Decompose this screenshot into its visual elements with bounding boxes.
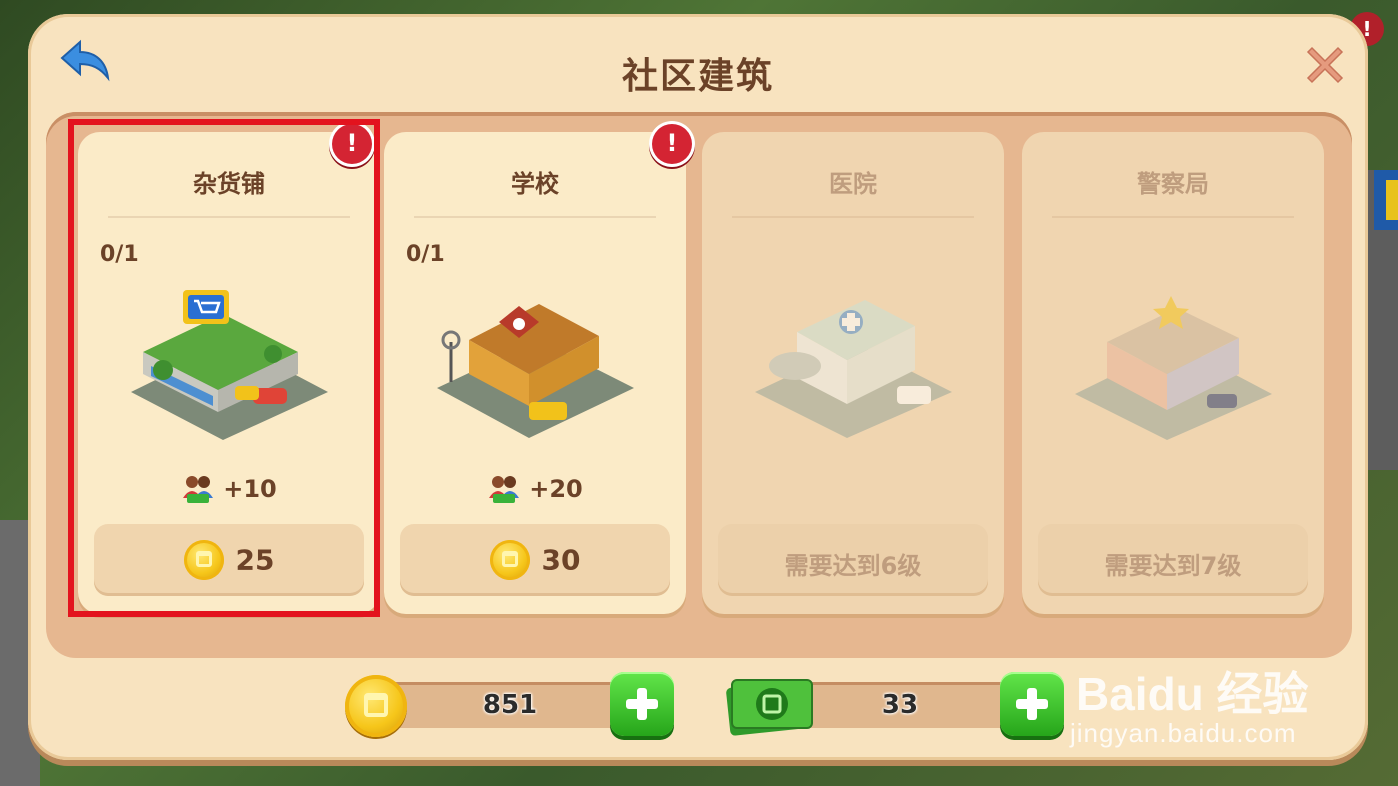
population-value: +10 (223, 475, 277, 503)
coin-balance: 851 (482, 690, 538, 720)
add-cash-button[interactable] (1000, 672, 1064, 736)
card-title: 杂货铺 (193, 170, 265, 198)
building-card-school[interactable]: 学校 0/1 +20 30 ! (384, 124, 692, 614)
population-value: +20 (529, 475, 583, 503)
coin-icon (183, 540, 224, 580)
divider (732, 216, 974, 218)
card-title: 医院 (829, 170, 877, 198)
price-value: 30 (541, 543, 581, 577)
watermark-url: jingyan.baidu.com (1070, 718, 1297, 748)
cash-icon (726, 679, 813, 736)
cash-balance: 33 (881, 690, 919, 720)
hospital-building-icon (755, 300, 952, 438)
school-building-icon (437, 304, 634, 438)
add-coins-button[interactable] (610, 672, 674, 736)
divider (1052, 216, 1294, 218)
card-title: 学校 (511, 170, 559, 198)
dialog-title: 社区建筑 (621, 56, 774, 97)
buy-button[interactable]: 30 (400, 524, 670, 596)
buy-button[interactable]: 25 (94, 524, 364, 596)
locked-requirement: 需要达到7级 (1038, 524, 1308, 596)
price-value: 25 (235, 543, 275, 577)
building-card-grocery[interactable]: 杂货铺 0/1 +10 25 ! (78, 124, 380, 614)
build-count: 0/1 (406, 242, 445, 267)
alert-badge: ! (652, 124, 692, 164)
divider (414, 216, 656, 218)
coin-icon (489, 540, 530, 580)
building-card-hospital[interactable]: 医院 需要达到6级 (702, 132, 1004, 614)
background-sign (1386, 180, 1398, 220)
close-icon[interactable] (1306, 46, 1344, 84)
card-title: 警察局 (1137, 170, 1209, 198)
police-station-building-icon (1075, 296, 1272, 440)
back-arrow-icon[interactable] (60, 38, 112, 82)
population-bonus: +20 (384, 474, 686, 504)
build-count: 0/1 (100, 242, 139, 267)
requirement-text: 需要达到6级 (784, 552, 922, 580)
locked-requirement: 需要达到6级 (718, 524, 988, 596)
population-max-icon (489, 476, 520, 503)
alert-badge: ! (332, 124, 372, 164)
grocery-store-building-icon (131, 290, 328, 440)
coin-icon (345, 675, 407, 737)
building-card-police-station[interactable]: 警察局 需要达到7级 (1022, 132, 1324, 614)
requirement-text: 需要达到7级 (1104, 552, 1242, 580)
population-max-icon (183, 476, 214, 503)
population-bonus: +10 (78, 474, 380, 504)
baidu-watermark: Baidu 经验 jingyan.baidu.com (1062, 640, 1382, 760)
watermark-brand: Baidu 经验 (1076, 668, 1309, 720)
divider (108, 216, 350, 218)
